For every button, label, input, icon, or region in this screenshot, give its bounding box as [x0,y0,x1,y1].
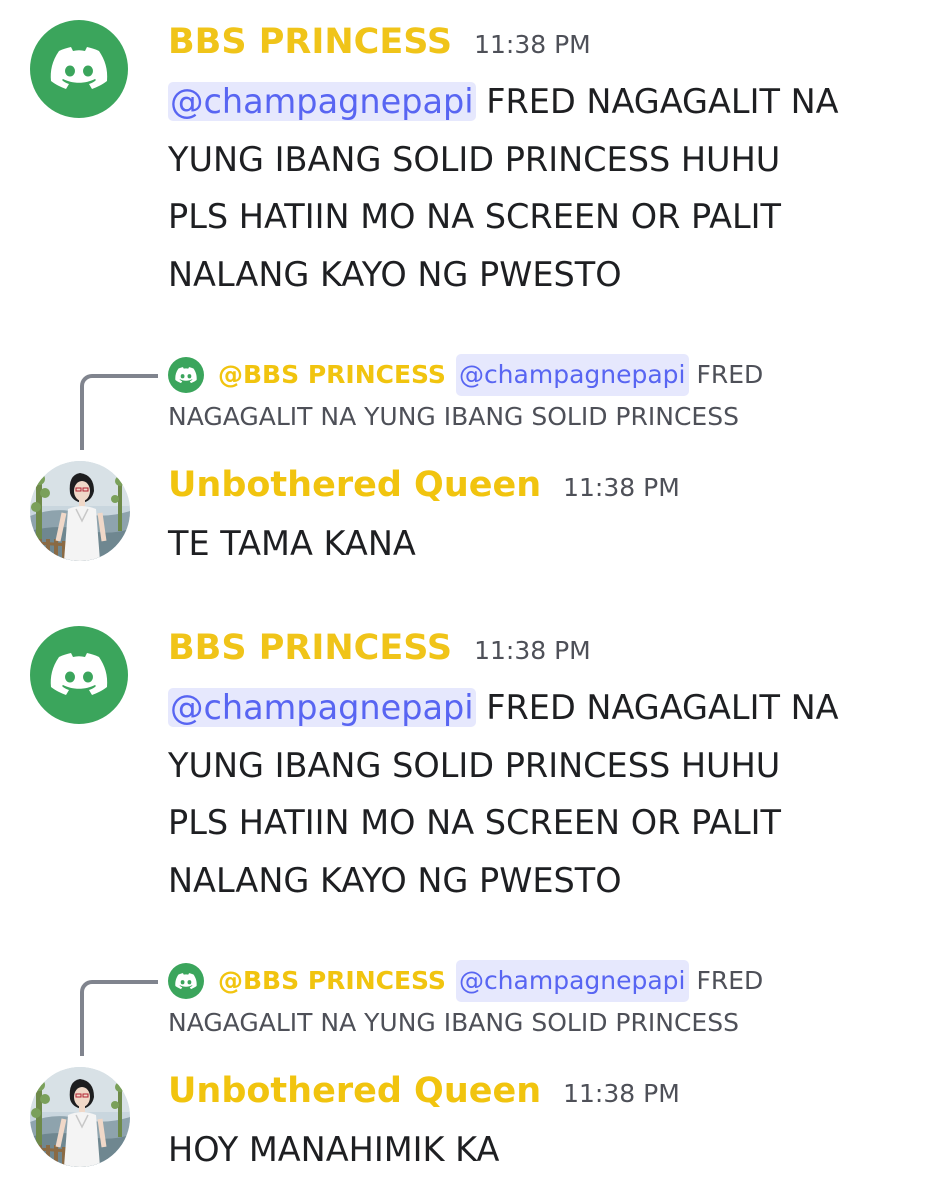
timestamp: 11:38 PM [474,30,591,59]
username[interactable]: BBS PRINCESS [168,628,452,668]
reply-preview[interactable]: @BBS PRINCESS @champagnepapi FRED NAGAGA… [168,960,908,1044]
message-line: PLS HATIIN MO NA SCREEN OR PALIT [168,197,782,236]
message-text: TE TAMA KANA [168,524,416,563]
user-mention[interactable]: @champagnepapi [455,960,689,1002]
discord-logo-icon [168,357,204,393]
reply-header: @BBS PRINCESS @champagnepapi FRED [168,960,908,1002]
discord-logo-icon[interactable] [30,626,128,724]
message-header: Unbothered Queen 11:38 PM [168,1071,680,1121]
discord-logo-icon[interactable] [30,20,128,118]
reply-text: FRED [696,360,764,389]
username[interactable]: Unbothered Queen [168,1071,541,1111]
message-line: YUNG IBANG SOLID PRINCESS HUHU [168,745,781,785]
message-text: HOY MANAHIMIK KA [168,1130,500,1169]
reply-text: FRED [696,966,764,995]
message-header: BBS PRINCESS 11:38 PM [168,628,591,678]
reply-preview[interactable]: @BBS PRINCESS @champagnepapi FRED NAGAGA… [168,354,908,438]
reply-author[interactable]: @BBS PRINCESS [218,960,446,1002]
reply-text: NAGAGALIT NA YUNG IBANG SOLID PRINCESS [168,402,739,431]
message-content: HOY MANAHIMIK KA [168,1121,908,1179]
reply-text: NAGAGALIT NA YUNG IBANG SOLID PRINCESS [168,1008,739,1037]
message-line: NALANG KAYO NG PWESTO [168,254,622,294]
message-content: @champagnepapi FRED NAGAGALIT NA YUNG IB… [168,73,908,303]
reply-spine [80,374,158,450]
message-text: FRED NAGAGALIT NA [475,82,839,121]
message-content: @champagnepapi FRED NAGAGALIT NA YUNG IB… [168,679,908,909]
reply-author[interactable]: @BBS PRINCESS [218,354,446,396]
message-line: @champagnepapi FRED NAGAGALIT NA [168,679,908,737]
discord-logo-icon [168,963,204,999]
timestamp: 11:38 PM [563,1079,680,1108]
timestamp: 11:38 PM [563,473,680,502]
timestamp: 11:38 PM [474,636,591,665]
message-content: TE TAMA KANA [168,515,908,573]
message-header: BBS PRINCESS 11:38 PM [168,22,591,72]
reply-header: @BBS PRINCESS @champagnepapi FRED [168,354,908,396]
message-text: FRED NAGAGALIT NA [475,688,839,727]
message-line: YUNG IBANG SOLID PRINCESS HUHU [168,139,781,179]
chat-log: BBS PRINCESS 11:38 PM @champagnepapi FRE… [0,0,934,1200]
user-avatar-photo[interactable] [30,461,130,561]
user-mention[interactable]: @champagnepapi [168,82,476,121]
message-header: Unbothered Queen 11:38 PM [168,465,680,515]
reply-spine [80,980,158,1056]
message-line: NALANG KAYO NG PWESTO [168,860,622,900]
user-avatar-photo[interactable] [30,1067,130,1167]
username[interactable]: BBS PRINCESS [168,22,452,62]
user-mention[interactable]: @champagnepapi [168,688,476,727]
message-line: @champagnepapi FRED NAGAGALIT NA [168,73,908,131]
user-mention[interactable]: @champagnepapi [455,354,689,396]
message-line: PLS HATIIN MO NA SCREEN OR PALIT [168,803,782,842]
username[interactable]: Unbothered Queen [168,465,541,505]
